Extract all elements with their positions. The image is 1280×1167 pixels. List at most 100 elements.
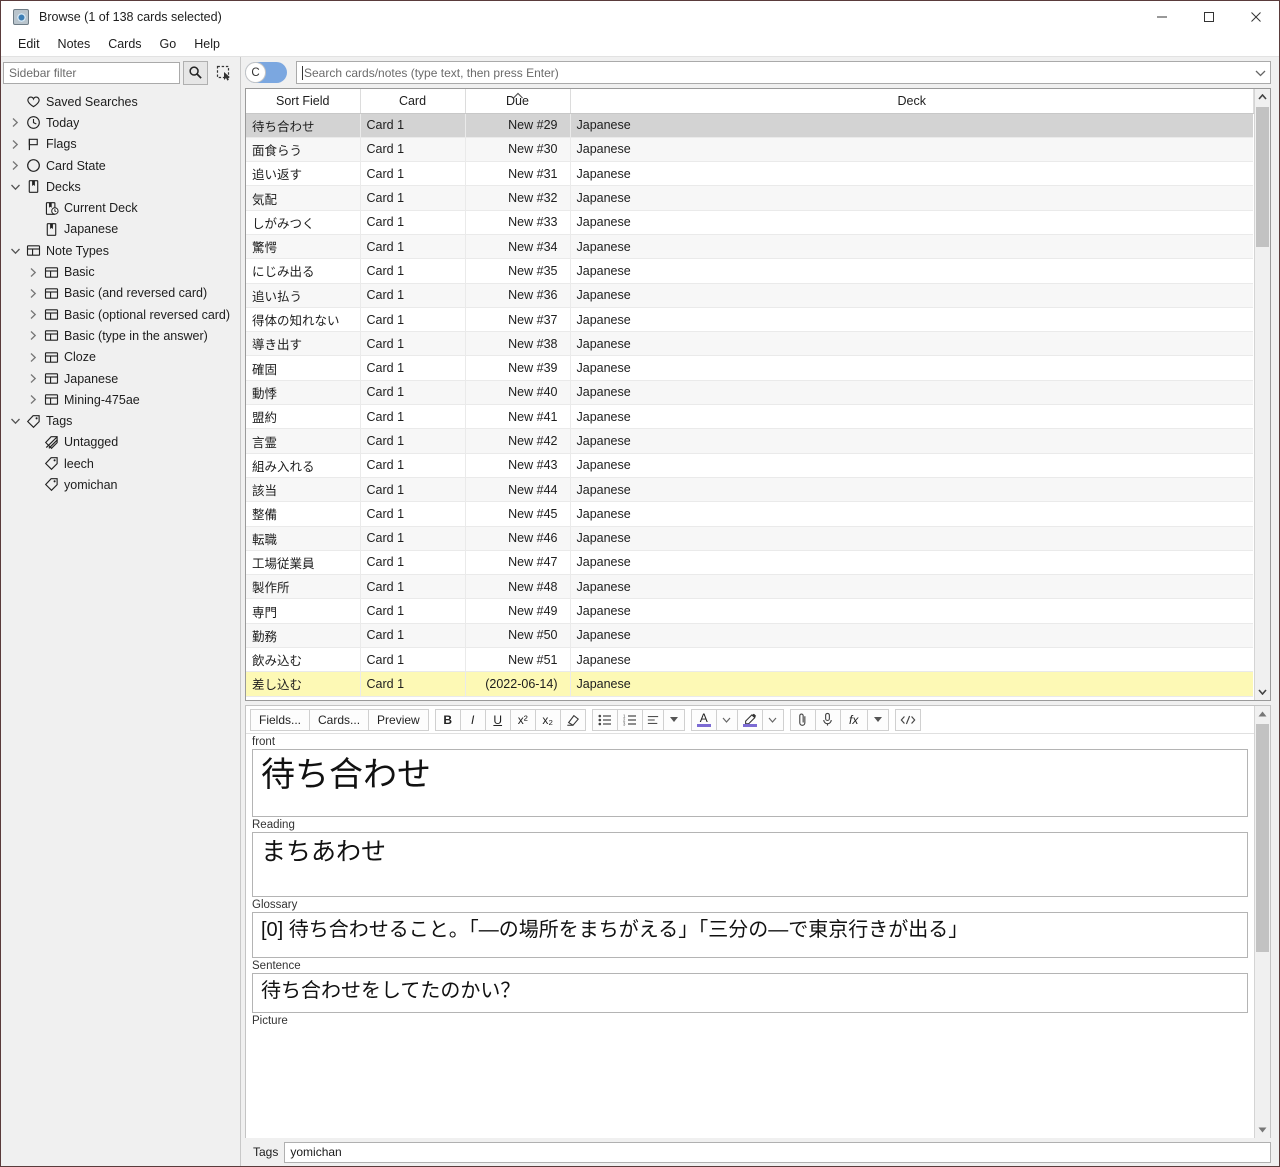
menu-help[interactable]: Help: [185, 34, 229, 54]
sidebar-tree[interactable]: Saved Searches Today Flags Card State Decks C…: [1, 88, 240, 1166]
table-row[interactable]: 飲み込む Card 1 New #51 Japanese: [246, 647, 1254, 673]
chevron-right-icon[interactable]: [25, 352, 41, 363]
editor-scroll-down-icon[interactable]: [1254, 1122, 1270, 1138]
table-row[interactable]: 導き出す Card 1 New #38 Japanese: [246, 331, 1254, 357]
mathjax-button[interactable]: fx: [839, 708, 868, 731]
sidebar-item-decks[interactable]: Decks: [1, 176, 240, 197]
sidebar-item-cloze[interactable]: Cloze: [1, 347, 240, 368]
table-row[interactable]: 追い返す Card 1 New #31 Japanese: [246, 161, 1254, 187]
magnifier-icon[interactable]: [183, 60, 208, 85]
paperclip-icon[interactable]: [789, 708, 816, 731]
underline-button[interactable]: U: [484, 708, 511, 731]
minimize-icon[interactable]: [1138, 1, 1185, 32]
highlighter-icon[interactable]: [736, 708, 763, 731]
chevron-right-icon[interactable]: [25, 288, 41, 299]
close-icon[interactable]: [1232, 1, 1279, 32]
chevron-right-icon[interactable]: [25, 267, 41, 278]
sidebar-item-current-deck[interactable]: Current Deck: [1, 197, 240, 218]
table-row[interactable]: 動悸 Card 1 New #40 Japanese: [246, 380, 1254, 406]
highlight-caret-down-icon[interactable]: [761, 708, 784, 731]
table-row[interactable]: 盟約 Card 1 New #41 Japanese: [246, 404, 1254, 430]
field-input[interactable]: [0] 待ち合わせること。「—の場所をまちがえる」「三分の—で東京行きが出る」: [252, 912, 1248, 958]
table-scrollbar[interactable]: [1253, 89, 1270, 700]
superscript-button[interactable]: x²: [509, 708, 536, 731]
editor-scroll-up-icon[interactable]: [1254, 706, 1270, 722]
table-row[interactable]: 該当 Card 1 New #44 Japanese: [246, 477, 1254, 503]
cards-button[interactable]: Cards...: [309, 708, 370, 731]
sidebar-item-basic-optional-reversed-card[interactable]: Basic (optional reversed card): [1, 304, 240, 325]
chevron-right-icon[interactable]: [25, 394, 41, 405]
table-row[interactable]: 驚愕 Card 1 New #34 Japanese: [246, 234, 1254, 260]
italic-button[interactable]: I: [459, 708, 486, 731]
chevron-right-icon[interactable]: [25, 373, 41, 384]
menu-edit[interactable]: Edit: [9, 34, 49, 54]
sidebar-item-basic-and-reversed-card[interactable]: Basic (and reversed card): [1, 283, 240, 304]
field-input[interactable]: 待ち合わせをしてたのかい？: [252, 973, 1248, 1013]
table-scroll-thumb[interactable]: [1255, 107, 1269, 247]
maximize-icon[interactable]: [1185, 1, 1232, 32]
chevron-down-icon[interactable]: [7, 183, 23, 191]
sidebar-item-saved-searches[interactable]: Saved Searches: [1, 91, 240, 112]
editor-scroll-thumb[interactable]: [1255, 724, 1269, 952]
table-row[interactable]: 工場従業員 Card 1 New #47 Japanese: [246, 550, 1254, 576]
editor-scroll-track[interactable]: [1254, 722, 1270, 1122]
table-row[interactable]: 言霊 Card 1 New #42 Japanese: [246, 428, 1254, 454]
sidebar-item-note-types[interactable]: Note Types: [1, 240, 240, 261]
table-row[interactable]: 面食らう Card 1 New #30 Japanese: [246, 137, 1254, 163]
editor-scrollbar[interactable]: [1253, 706, 1270, 1138]
table-scroll-track[interactable]: [1254, 105, 1270, 684]
sidebar-item-leech[interactable]: leech: [1, 453, 240, 474]
fields-button[interactable]: Fields...: [250, 708, 311, 731]
sidebar-item-yomichan[interactable]: yomichan: [1, 474, 240, 495]
tags-input[interactable]: [284, 1141, 1271, 1163]
table-row[interactable]: 製作所 Card 1 New #48 Japanese: [246, 574, 1254, 600]
table-row[interactable]: 待ち合わせ Card 1 New #29 Japanese: [246, 113, 1254, 138]
field-input[interactable]: 待ち合わせ: [252, 749, 1248, 817]
sidebar-item-untagged[interactable]: Untagged: [1, 432, 240, 453]
sidebar-item-today[interactable]: Today: [1, 112, 240, 133]
sidebar-item-japanese[interactable]: Japanese: [1, 219, 240, 240]
column-header-deck[interactable]: Deck: [570, 89, 1254, 114]
numbered-list-icon[interactable]: 1 2 3: [616, 708, 643, 731]
code-icon[interactable]: [894, 708, 921, 731]
scroll-down-icon[interactable]: [1254, 684, 1270, 700]
table-row[interactable]: 組み入れる Card 1 New #43 Japanese: [246, 453, 1254, 478]
bold-button[interactable]: B: [434, 708, 461, 731]
table-row[interactable]: 追い払う Card 1 New #36 Japanese: [246, 283, 1254, 308]
sidebar-item-flags[interactable]: Flags: [1, 134, 240, 155]
preview-button[interactable]: Preview: [368, 708, 429, 731]
table-row[interactable]: 得体の知れない Card 1 New #37 Japanese: [246, 307, 1254, 333]
table-row[interactable]: 整備 Card 1 New #45 Japanese: [246, 501, 1254, 527]
chevron-right-icon[interactable]: [7, 139, 23, 150]
sidebar-item-card-state[interactable]: Card State: [1, 155, 240, 176]
column-header-due[interactable]: Due: [465, 89, 571, 114]
text-color-caret-down-icon[interactable]: [715, 708, 738, 731]
marquee-select-icon[interactable]: [211, 61, 236, 85]
search-input[interactable]: Search cards/notes (type text, then pres…: [296, 61, 1271, 84]
table-row[interactable]: 確固 Card 1 New #39 Japanese: [246, 355, 1254, 381]
column-header-sort-field[interactable]: Sort Field: [246, 89, 361, 114]
sidebar-item-basic[interactable]: Basic: [1, 261, 240, 282]
text-color-button[interactable]: A: [690, 708, 717, 731]
chevron-down-icon[interactable]: [7, 247, 23, 255]
menu-notes[interactable]: Notes: [49, 34, 100, 54]
table-row[interactable]: しがみつく Card 1 New #33 Japanese: [246, 210, 1254, 235]
subscript-button[interactable]: x₂: [534, 708, 561, 731]
sidebar-item-tags[interactable]: Tags: [1, 410, 240, 431]
chevron-right-icon[interactable]: [7, 160, 23, 171]
sidebar-item-basic-type-in-the-answer[interactable]: Basic (type in the answer): [1, 325, 240, 346]
chevron-down-icon[interactable]: [1252, 69, 1270, 77]
card-note-toggle[interactable]: C: [245, 62, 287, 83]
chevron-down-icon[interactable]: [7, 417, 23, 425]
menu-go[interactable]: Go: [151, 34, 186, 54]
sidebar-item-japanese[interactable]: Japanese: [1, 368, 240, 389]
mathjax-caret-down-icon[interactable]: [866, 708, 889, 731]
sidebar-item-mining-475ae[interactable]: Mining-475ae: [1, 389, 240, 410]
align-icon[interactable]: [641, 708, 664, 731]
scroll-up-icon[interactable]: [1254, 89, 1270, 105]
chevron-right-icon[interactable]: [25, 309, 41, 320]
column-header-card[interactable]: Card: [360, 89, 466, 114]
table-row[interactable]: 専門 Card 1 New #49 Japanese: [246, 598, 1254, 624]
table-row[interactable]: 転職 Card 1 New #46 Japanese: [246, 526, 1254, 551]
bullet-list-icon[interactable]: [591, 708, 618, 731]
